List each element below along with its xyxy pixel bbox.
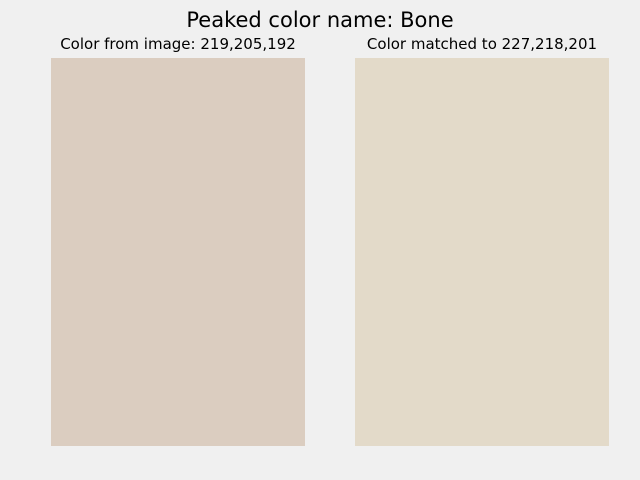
figure-title: Peaked color name: Bone — [186, 8, 454, 32]
matched-color-swatch — [355, 58, 609, 446]
panel-title-matched-color: Color matched to 227,218,201 — [366, 35, 598, 53]
image-color-swatch — [51, 58, 305, 446]
panel-title-image-color: Color from image: 219,205,192 — [60, 35, 296, 53]
